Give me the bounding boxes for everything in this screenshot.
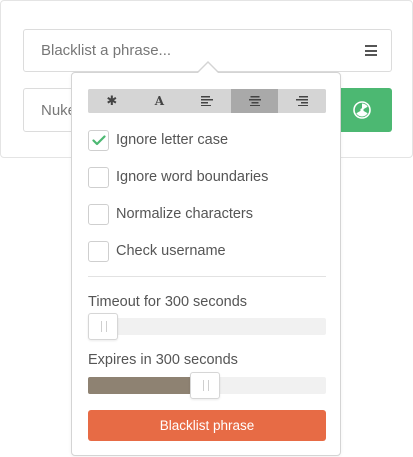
check-username-checkbox[interactable] [88, 240, 109, 262]
font-icon: A [154, 94, 165, 108]
divider [88, 276, 326, 277]
blacklist-phrase-input[interactable] [24, 30, 354, 71]
menu-icon[interactable] [365, 45, 377, 56]
match-mode-toolbar: ✱ A [88, 89, 326, 113]
checkmark-icon [91, 134, 106, 145]
timeout-slider-handle[interactable] [88, 313, 118, 340]
option-ignore-case[interactable]: Ignore letter case [88, 129, 228, 151]
blacklist-phrase-button[interactable]: Blacklist phrase [88, 410, 326, 441]
mode-contains-button[interactable] [230, 89, 279, 113]
align-left-icon [200, 96, 213, 106]
timeout-label: Timeout for 300 seconds [88, 294, 248, 310]
option-normalize-characters[interactable]: Normalize characters [88, 203, 253, 225]
expires-slider-handle[interactable] [190, 372, 220, 399]
blacklist-options-popover: ✱ A Ignore letter case Ignore word bound… [71, 63, 341, 456]
expires-slider-fill [88, 377, 205, 394]
option-ignore-word-boundaries[interactable]: Ignore word boundaries [88, 166, 268, 188]
radiation-icon [352, 101, 371, 119]
timeout-slider[interactable] [88, 313, 326, 340]
ignore-case-checkbox[interactable] [88, 129, 109, 151]
option-label: Normalize characters [116, 206, 253, 222]
option-label: Ignore word boundaries [116, 169, 269, 185]
popover-caret-inner [198, 63, 218, 73]
option-label: Ignore letter case [116, 132, 229, 148]
mode-text-button[interactable]: A [135, 89, 184, 113]
align-center-icon [248, 96, 261, 106]
ignore-word-boundaries-checkbox[interactable] [88, 166, 109, 188]
option-label: Check username [116, 243, 226, 259]
mode-regex-button[interactable]: ✱ [88, 89, 136, 113]
mode-end-button[interactable] [278, 89, 326, 113]
expires-label: Expires in 300 seconds [88, 352, 238, 368]
mode-start-button[interactable] [183, 89, 231, 113]
expires-slider[interactable] [88, 372, 326, 399]
option-check-username[interactable]: Check username [88, 240, 226, 262]
normalize-characters-checkbox[interactable] [88, 203, 109, 225]
align-right-icon [296, 96, 309, 106]
asterisk-icon: ✱ [106, 93, 118, 109]
